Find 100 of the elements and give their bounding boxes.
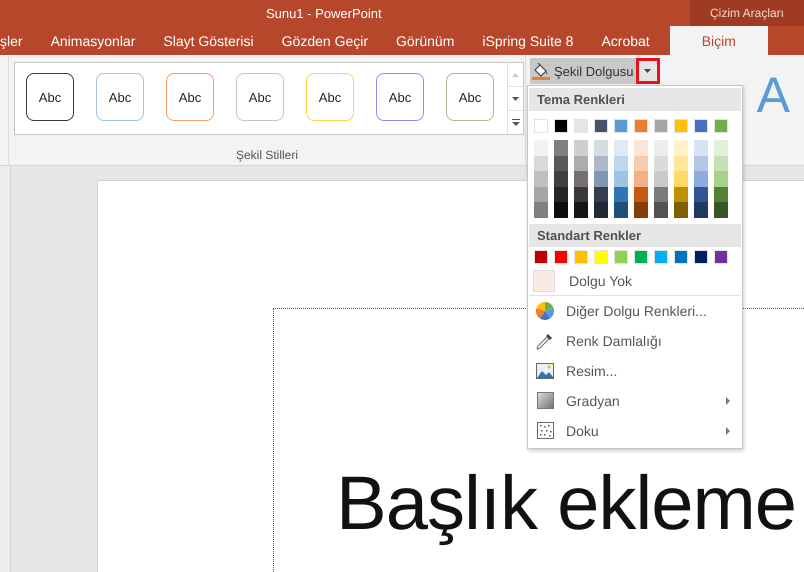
shade-swatch[interactable] <box>714 186 728 202</box>
ribbon-tab[interactable]: Acrobat <box>587 26 664 55</box>
shade-swatch[interactable] <box>654 140 668 156</box>
shade-swatch[interactable] <box>574 202 588 218</box>
shade-swatch[interactable] <box>674 202 688 218</box>
color-swatch[interactable] <box>534 250 548 264</box>
color-swatch[interactable] <box>594 119 608 133</box>
shade-swatch[interactable] <box>674 140 688 156</box>
shape-style-swatch[interactable]: Abc <box>446 73 494 121</box>
shade-swatch[interactable] <box>534 202 548 218</box>
shade-swatch[interactable] <box>574 156 588 172</box>
paint-bucket-icon <box>532 62 550 80</box>
shape-style-swatch[interactable]: Abc <box>376 73 424 121</box>
shade-swatch[interactable] <box>694 186 708 202</box>
dropdown-arrow-button[interactable] <box>636 58 660 84</box>
shade-swatch[interactable] <box>614 140 628 156</box>
shade-swatch[interactable] <box>674 156 688 172</box>
color-swatch[interactable] <box>574 250 588 264</box>
color-swatch[interactable] <box>594 250 608 264</box>
color-swatch[interactable] <box>534 119 548 133</box>
shade-swatch[interactable] <box>674 186 688 202</box>
ribbon-tab[interactable]: Biçim <box>670 26 768 55</box>
shade-swatch[interactable] <box>694 156 708 172</box>
shade-swatch[interactable] <box>594 156 608 172</box>
shade-swatch[interactable] <box>634 156 648 172</box>
shade-swatch[interactable] <box>634 202 648 218</box>
ribbon-tab[interactable]: Slayt Gösterisi <box>149 26 268 55</box>
shade-swatch[interactable] <box>574 171 588 187</box>
shade-swatch[interactable] <box>614 156 628 172</box>
shade-swatch[interactable] <box>694 202 708 218</box>
shape-style-swatch[interactable]: Abc <box>166 73 214 121</box>
shade-swatch[interactable] <box>594 202 608 218</box>
shape-style-swatch[interactable]: Abc <box>236 73 284 121</box>
group-label: Şekil Stilleri <box>236 148 298 162</box>
ribbon-tab[interactable]: Görünüm <box>382 26 468 55</box>
shade-swatch[interactable] <box>634 140 648 156</box>
no-fill-item[interactable]: Dolgu Yok <box>529 266 741 296</box>
shape-style-swatch[interactable]: Abc <box>26 73 74 121</box>
shade-swatch[interactable] <box>634 171 648 187</box>
section-header: Standart Renkler <box>529 224 741 247</box>
ribbon-tab[interactable]: iSpring Suite 8 <box>468 26 588 55</box>
shade-swatch[interactable] <box>694 140 708 156</box>
shade-swatch[interactable] <box>534 186 548 202</box>
shade-swatch[interactable] <box>614 202 628 218</box>
color-swatch[interactable] <box>554 250 568 264</box>
shade-swatch[interactable] <box>554 156 568 172</box>
ribbon-tab[interactable]: Gözden Geçir <box>268 26 382 55</box>
shape-style-swatch[interactable]: Abc <box>96 73 144 121</box>
menu-item[interactable]: Renk Damlalığı <box>529 326 741 356</box>
color-swatch[interactable] <box>654 250 668 264</box>
shade-swatch[interactable] <box>674 171 688 187</box>
caret-icon <box>644 69 651 73</box>
shade-swatch[interactable] <box>634 186 648 202</box>
shade-swatch[interactable] <box>554 202 568 218</box>
shade-swatch[interactable] <box>714 140 728 156</box>
color-swatch[interactable] <box>614 250 628 264</box>
gradient-icon <box>536 392 554 410</box>
color-swatch[interactable] <box>674 119 688 133</box>
color-swatch[interactable] <box>694 119 708 133</box>
shade-swatch[interactable] <box>654 156 668 172</box>
color-swatch[interactable] <box>674 250 688 264</box>
shade-swatch[interactable] <box>714 156 728 172</box>
shade-swatch[interactable] <box>534 171 548 187</box>
palette-icon <box>536 302 554 320</box>
color-swatch[interactable] <box>574 119 588 133</box>
shade-swatch[interactable] <box>554 171 568 187</box>
shade-swatch[interactable] <box>574 186 588 202</box>
color-swatch[interactable] <box>634 119 648 133</box>
menu-item[interactable]: Resim... <box>529 356 741 386</box>
shade-swatch[interactable] <box>594 140 608 156</box>
shade-swatch[interactable] <box>714 202 728 218</box>
ribbon-tab[interactable]: Animasyonlar <box>36 26 150 55</box>
shade-swatch[interactable] <box>534 140 548 156</box>
menu-item[interactable]: Gradyan <box>529 386 741 416</box>
shade-swatch[interactable] <box>574 140 588 156</box>
texture-icon <box>536 422 554 440</box>
shade-swatch[interactable] <box>654 186 668 202</box>
shade-swatch[interactable] <box>654 171 668 187</box>
shade-swatch[interactable] <box>594 171 608 187</box>
ribbon-tab[interactable]: şler <box>0 26 37 55</box>
color-swatch[interactable] <box>654 119 668 133</box>
image-icon <box>536 362 554 379</box>
shade-swatch[interactable] <box>614 171 628 187</box>
color-swatch[interactable] <box>714 250 728 264</box>
menu-item[interactable]: Doku <box>529 416 741 446</box>
shade-swatch[interactable] <box>594 186 608 202</box>
menu-item[interactable]: Diğer Dolgu Renkleri... <box>529 296 741 326</box>
color-swatch[interactable] <box>614 119 628 133</box>
shade-swatch[interactable] <box>694 171 708 187</box>
shade-swatch[interactable] <box>714 171 728 187</box>
color-swatch[interactable] <box>714 119 728 133</box>
shape-style-swatch[interactable]: Abc <box>306 73 354 121</box>
shade-swatch[interactable] <box>554 186 568 202</box>
shade-swatch[interactable] <box>614 186 628 202</box>
color-swatch[interactable] <box>554 119 568 133</box>
color-swatch[interactable] <box>634 250 648 264</box>
color-swatch[interactable] <box>694 250 708 264</box>
shade-swatch[interactable] <box>534 156 548 172</box>
shade-swatch[interactable] <box>554 140 568 156</box>
shade-swatch[interactable] <box>654 202 668 218</box>
